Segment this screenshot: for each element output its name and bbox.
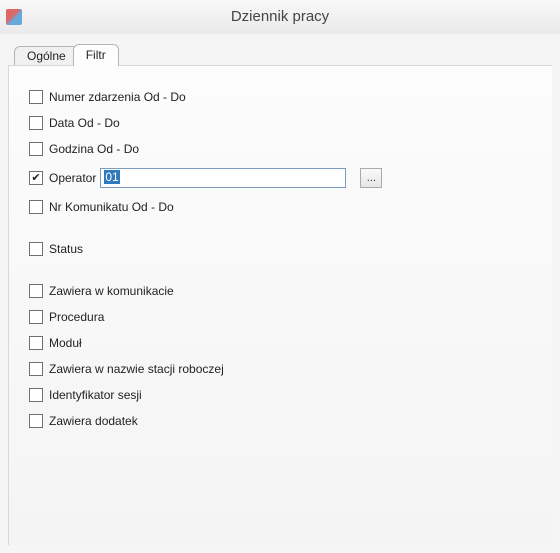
operator-input-value: 01 [104, 170, 119, 184]
checkbox-session-id[interactable] [29, 388, 43, 402]
row-time: Godzina Od - Do [29, 142, 532, 156]
checkbox-msg-number[interactable] [29, 200, 43, 214]
label-addon: Zawiera dodatek [49, 414, 138, 428]
label-time: Godzina Od - Do [49, 142, 139, 156]
checkbox-event-number[interactable] [29, 90, 43, 104]
operator-browse-button[interactable]: ... [360, 168, 382, 188]
window-title: Dziennik pracy [231, 8, 329, 25]
row-msg-number: Nr Komunikatu Od - Do [29, 200, 532, 214]
label-event-number: Numer zdarzenia Od - Do [49, 90, 186, 104]
label-status: Status [49, 242, 83, 256]
row-session-id: Identyfikator sesji [29, 388, 532, 402]
row-module: Moduł [29, 336, 532, 350]
label-date: Data Od - Do [49, 116, 120, 130]
checkbox-time[interactable] [29, 142, 43, 156]
label-in-comm: Zawiera w komunikacie [49, 284, 174, 298]
row-procedure: Procedura [29, 310, 532, 324]
checkbox-date[interactable] [29, 116, 43, 130]
tab-panel-filter: Numer zdarzenia Od - Do Data Od - Do God… [8, 65, 552, 545]
checkbox-addon[interactable] [29, 414, 43, 428]
tab-general-label: Ogólne [27, 49, 66, 63]
content-area: Ogólne Filtr Numer zdarzenia Od - Do Dat… [0, 34, 560, 545]
checkbox-module[interactable] [29, 336, 43, 350]
row-in-comm: Zawiera w komunikacie [29, 284, 532, 298]
label-session-id: Identyfikator sesji [49, 388, 142, 402]
tab-general[interactable]: Ogólne [14, 46, 79, 65]
row-status: Status [29, 242, 532, 256]
row-date: Data Od - Do [29, 116, 532, 130]
label-workstation: Zawiera w nazwie stacji roboczej [49, 362, 224, 376]
checkbox-in-comm[interactable] [29, 284, 43, 298]
row-operator: Operator 01 ... [29, 168, 532, 188]
checkbox-operator[interactable] [29, 171, 43, 185]
checkbox-workstation[interactable] [29, 362, 43, 376]
row-workstation: Zawiera w nazwie stacji roboczej [29, 362, 532, 376]
tab-strip: Ogólne Filtr [14, 44, 552, 65]
checkbox-procedure[interactable] [29, 310, 43, 324]
row-event-number: Numer zdarzenia Od - Do [29, 90, 532, 104]
label-operator: Operator [49, 171, 96, 185]
ellipsis-icon: ... [367, 172, 376, 184]
operator-input[interactable]: 01 [100, 168, 346, 188]
window: Dziennik pracy Ogólne Filtr Numer zdarze… [0, 0, 560, 553]
label-procedure: Procedura [49, 310, 104, 324]
tab-filter[interactable]: Filtr [73, 44, 119, 66]
label-msg-number: Nr Komunikatu Od - Do [49, 200, 174, 214]
checkbox-status[interactable] [29, 242, 43, 256]
titlebar: Dziennik pracy [0, 0, 560, 34]
tab-filter-label: Filtr [86, 48, 106, 62]
app-icon [6, 9, 22, 25]
row-addon: Zawiera dodatek [29, 414, 532, 428]
label-module: Moduł [49, 336, 82, 350]
